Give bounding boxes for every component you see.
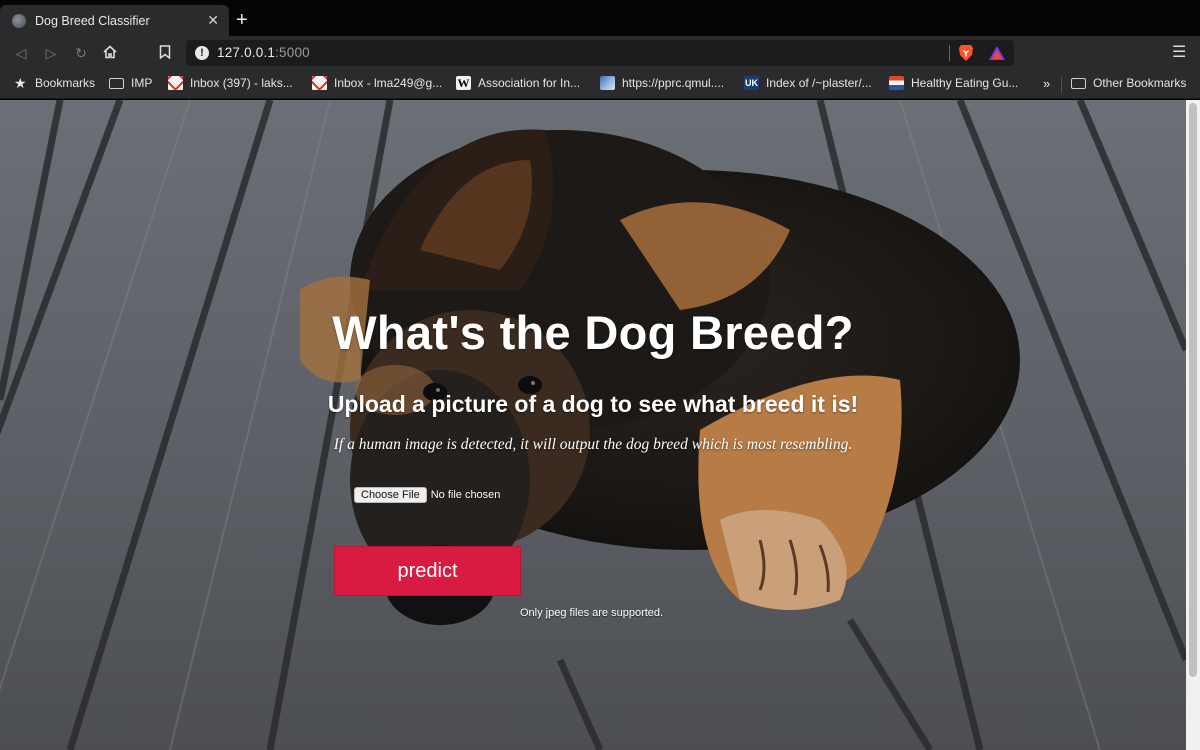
back-icon[interactable]: ◁: [13, 45, 29, 61]
site-icon: [600, 76, 615, 90]
close-tab-icon[interactable]: ✕: [207, 12, 219, 28]
file-format-hint: Only jpeg files are supported.: [520, 607, 664, 619]
bookmark-inbox-lma249[interactable]: Inbox - lma249@g...: [312, 76, 442, 90]
url-text: 127.0.0.1:5000: [217, 45, 310, 60]
predict-button[interactable]: predict: [334, 546, 521, 596]
home-icon[interactable]: [102, 45, 118, 61]
bookmark-healthy-eating[interactable]: Healthy Eating Gu...: [889, 76, 1018, 90]
page-subtitle: Upload a picture of a dog to see what br…: [327, 391, 859, 417]
reload-icon[interactable]: ↻: [73, 45, 89, 61]
menu-icon[interactable]: ☰: [1172, 44, 1186, 62]
star-icon: ★: [14, 75, 27, 91]
tab-dog-breed-classifier[interactable]: Dog Breed Classifier ✕: [0, 5, 229, 36]
bookmark-icon[interactable]: [157, 45, 173, 61]
bookmark-imp[interactable]: IMP: [109, 76, 152, 90]
brave-rewards-icon[interactable]: [988, 45, 1006, 61]
bookmark-inbox-laks[interactable]: Inbox (397) - laks...: [168, 76, 293, 90]
address-bar[interactable]: ! 127.0.0.1:5000: [186, 40, 1014, 66]
folder-icon: [109, 77, 124, 89]
browser-toolbar: ◁ ▷ ↻ ! 127.0.0.1:5000 ☰: [0, 36, 1200, 70]
folder-icon: [1071, 77, 1086, 89]
info-icon[interactable]: !: [195, 46, 209, 60]
bookmark-other-bookmarks[interactable]: Other Bookmarks: [1071, 76, 1186, 90]
new-tab-button[interactable]: +: [236, 10, 248, 30]
hero-section: What's the Dog Breed? Upload a picture o…: [0, 100, 1186, 750]
tab-bar: Dog Breed Classifier ✕ +: [0, 0, 1200, 36]
tab-title: Dog Breed Classifier: [35, 13, 150, 28]
wikipedia-icon: W: [456, 76, 471, 90]
site-icon: [889, 76, 904, 90]
page-viewport: What's the Dog Breed? Upload a picture o…: [0, 100, 1186, 750]
bookmarks-divider: [1061, 77, 1062, 93]
omnibox-divider: [949, 45, 950, 61]
scrollbar-thumb[interactable]: [1189, 103, 1197, 677]
bookmark-association[interactable]: W Association for In...: [456, 76, 580, 90]
bookmark-bookmarks[interactable]: ★ Bookmarks: [14, 76, 95, 90]
file-upload: Choose File No file chosen: [354, 487, 500, 503]
choose-file-button[interactable]: Choose File: [354, 487, 427, 503]
bookmark-index-plaster[interactable]: UK Index of /~plaster/...: [744, 76, 872, 90]
forward-icon[interactable]: ▷: [43, 45, 59, 61]
page-title: What's the Dog Breed?: [332, 306, 854, 359]
globe-icon: [12, 13, 26, 28]
gmail-icon: [168, 76, 183, 90]
file-status: No file chosen: [430, 489, 501, 501]
bookmark-pprc[interactable]: https://pprc.qmul....: [600, 76, 724, 90]
bookmarks-overflow-chevron[interactable]: »: [1043, 76, 1050, 91]
bookmarks-bar: ★ Bookmarks IMP Inbox (397) - laks... Inb…: [0, 70, 1200, 99]
brave-shield-icon[interactable]: [958, 44, 974, 62]
gmail-icon: [312, 76, 327, 90]
human-detection-note: If a human image is detected, it will ou…: [333, 436, 853, 453]
uk-icon: UK: [744, 76, 759, 90]
